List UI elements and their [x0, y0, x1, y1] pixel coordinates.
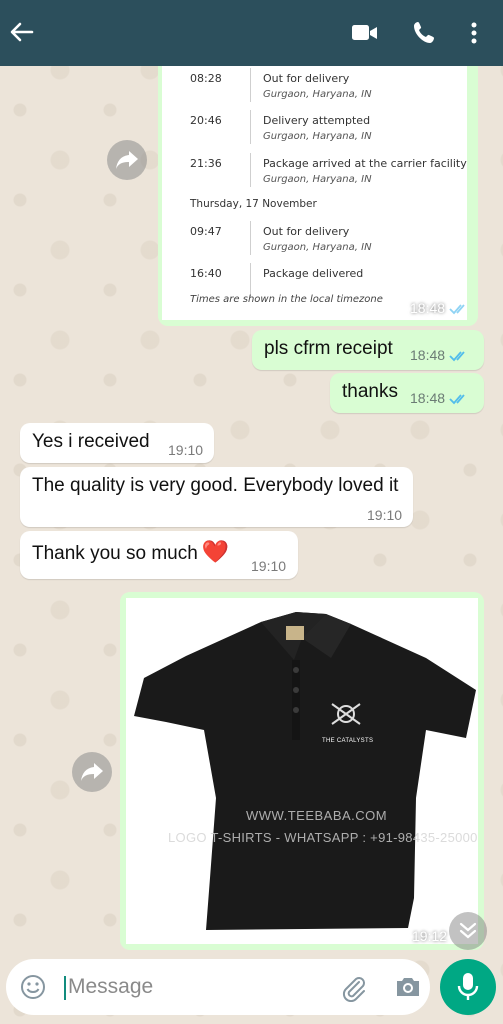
- incoming-message[interactable]: Thank you so much ❤️ 19:10: [20, 531, 298, 579]
- scroll-to-bottom-button[interactable]: [449, 912, 487, 950]
- tshirt-photo[interactable]: THE CATALYSTS WWW.TEEBABA.COM LOGO T-SHI…: [126, 598, 478, 944]
- tracking-event: Out for delivery: [263, 225, 350, 238]
- divider: [250, 153, 251, 187]
- message-time: 18:48: [410, 300, 446, 316]
- tracking-event: Package delivered: [263, 267, 364, 280]
- microphone-button[interactable]: [440, 959, 496, 1015]
- tracking-row: 09:47 Out for delivery Gurgaon, Haryana,…: [162, 221, 467, 257]
- forward-icon: [81, 763, 103, 781]
- divider: [250, 110, 251, 144]
- incoming-message[interactable]: Yes i received 19:10: [20, 423, 214, 463]
- tracking-time: 16:40: [190, 267, 222, 280]
- forward-button[interactable]: [107, 140, 147, 180]
- message-meta: 18:48: [410, 390, 469, 406]
- polo-shirt-image: [134, 612, 476, 930]
- tracking-location: Gurgaon, Haryana, IN: [263, 89, 372, 100]
- photo-message[interactable]: THE CATALYSTS WWW.TEEBABA.COM LOGO T-SHI…: [120, 592, 484, 950]
- message-text: pls cfrm receipt: [264, 338, 393, 359]
- forward-button[interactable]: [72, 752, 112, 792]
- heart-emoji: ❤️: [201, 539, 230, 564]
- smiley-icon[interactable]: [20, 974, 46, 1005]
- message-time: 19:12: [412, 928, 448, 944]
- message-text: thanks: [342, 381, 398, 402]
- arrow-left-icon[interactable]: [8, 19, 34, 45]
- tracking-location: Gurgaon, Haryana, IN: [263, 131, 372, 142]
- double-chevron-down-icon: [459, 922, 477, 939]
- tracking-row: 08:28 Out for delivery Gurgaon, Haryana,…: [162, 68, 467, 104]
- watermark-text: LOGO T-SHIRTS - WHATSAPP : +91-98435-250…: [168, 830, 478, 845]
- tracking-location: Gurgaon, Haryana, IN: [263, 242, 372, 253]
- double-check-icon: [449, 304, 465, 315]
- outgoing-message[interactable]: pls cfrm receipt 18:48: [252, 330, 484, 370]
- tracking-time: 08:28: [190, 72, 222, 85]
- tracking-time: 21:36: [190, 157, 222, 170]
- divider: [250, 263, 251, 297]
- message-time: 19:10: [168, 442, 204, 458]
- tracking-event: Delivery attempted: [263, 114, 371, 127]
- double-check-icon: [449, 394, 465, 405]
- text-caret: [64, 976, 66, 1000]
- phone-icon[interactable]: [413, 20, 437, 46]
- message-text: Thank you so much: [32, 543, 198, 564]
- message-composer: [6, 959, 430, 1015]
- tracking-row: 21:36 Package arrived at the carrier fac…: [162, 153, 467, 189]
- video-camera-icon[interactable]: [351, 21, 379, 45]
- tracking-time: 20:46: [190, 114, 222, 127]
- message-text: Yes i received: [32, 431, 150, 452]
- tracking-event: Out for delivery: [263, 72, 350, 85]
- shirt-logo-text: THE CATALYSTS: [322, 738, 374, 744]
- tracking-screenshot: 08:28 Out for delivery Gurgaon, Haryana,…: [162, 66, 467, 320]
- tracking-event: Package arrived at the carrier facility: [263, 157, 467, 170]
- message-time: 19:10: [367, 507, 403, 523]
- tracking-row: 20:46 Delivery attempted Gurgaon, Haryan…: [162, 110, 467, 146]
- chat-header: [0, 0, 503, 66]
- forward-icon: [116, 151, 138, 169]
- tracking-date-heading: Thursday, 17 November: [190, 198, 317, 210]
- message-time: 19:10: [251, 558, 287, 574]
- camera-icon[interactable]: [394, 975, 422, 1004]
- message-input[interactable]: [68, 972, 318, 1002]
- more-vertical-icon[interactable]: [466, 20, 482, 46]
- tracking-image-message[interactable]: 08:28 Out for delivery Gurgaon, Haryana,…: [158, 66, 478, 326]
- microphone-icon: [457, 973, 479, 1000]
- tracking-note: Times are shown in the local timezone: [190, 294, 383, 305]
- divider: [250, 221, 251, 255]
- message-text: The quality is very good. Everybody love…: [32, 475, 399, 496]
- message-time: 18:48: [410, 390, 446, 406]
- tracking-time: 09:47: [190, 225, 222, 238]
- paperclip-icon[interactable]: [340, 974, 368, 1007]
- double-check-icon: [449, 351, 465, 362]
- message-meta: 18:48: [410, 300, 469, 316]
- tracking-location: Gurgaon, Haryana, IN: [263, 174, 372, 185]
- outgoing-message[interactable]: thanks 18:48: [330, 373, 484, 413]
- watermark-text: WWW.TEEBABA.COM: [246, 808, 388, 823]
- message-meta: 18:48: [410, 347, 469, 363]
- divider: [250, 68, 251, 102]
- message-time: 18:48: [410, 347, 446, 363]
- incoming-message[interactable]: The quality is very good. Everybody love…: [20, 467, 413, 527]
